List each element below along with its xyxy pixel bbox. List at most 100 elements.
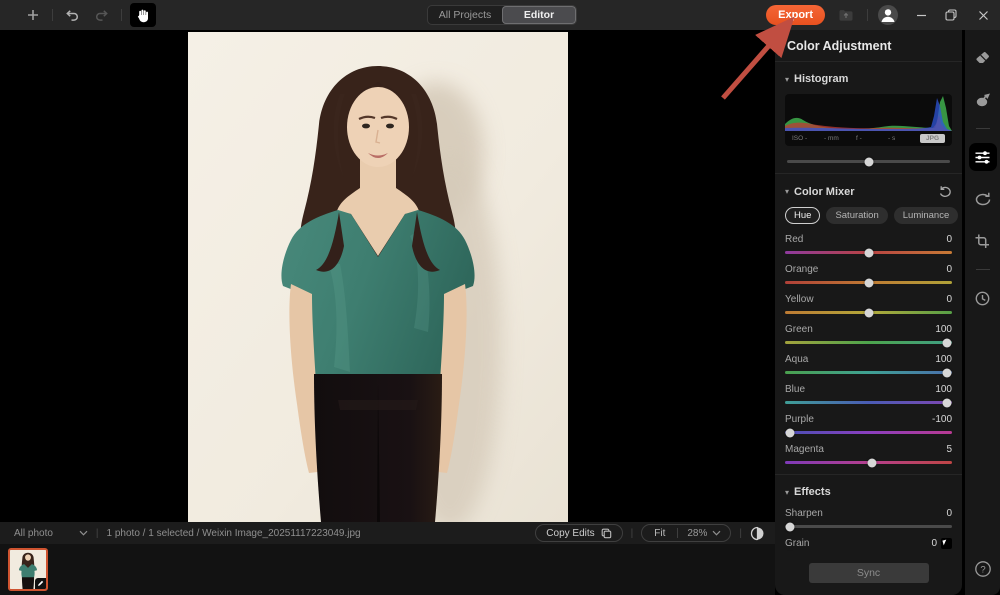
sidebar-separator [975, 128, 990, 129]
format-badge[interactable]: JPG [920, 134, 946, 143]
fit-button[interactable]: Fit [642, 525, 677, 541]
tab-all-projects[interactable]: All Projects [428, 6, 502, 24]
histogram-section-header[interactable]: ▾ Histogram [785, 73, 952, 85]
svg-text:?: ? [980, 564, 985, 575]
restore-button[interactable] [936, 0, 966, 30]
reshape-tool[interactable] [969, 185, 997, 213]
histogram: ISO - - mm f - - s JPG [785, 94, 952, 146]
sync-button[interactable]: Sync [808, 563, 929, 583]
close-button[interactable] [966, 0, 1000, 30]
slider-value: 100 [935, 323, 952, 335]
photo-filter-dropdown[interactable]: All photo [14, 528, 88, 539]
section-divider [775, 173, 962, 174]
slider-handle[interactable] [864, 308, 873, 317]
copy-edits-label: Copy Edits [546, 527, 595, 539]
red-slider[interactable] [785, 248, 952, 257]
slider-handle[interactable] [942, 398, 952, 407]
close-icon [978, 10, 988, 20]
hand-tool-button[interactable] [130, 3, 156, 27]
toolbar-right: Export [766, 0, 1000, 30]
slider-row-magenta: Magenta 5 [785, 442, 952, 467]
slider-handle[interactable] [867, 458, 877, 467]
tool-sidebar: ? [965, 30, 1000, 595]
slider-handle[interactable] [785, 522, 795, 531]
filter-label: All photo [14, 527, 53, 539]
caret-down-icon: ▾ [785, 187, 790, 196]
minimize-icon [916, 14, 926, 16]
filmstrip [0, 544, 775, 595]
add-photo-button[interactable] [22, 4, 44, 26]
slider-row-orange: Orange 0 [785, 262, 952, 287]
copy-edits-button[interactable]: Copy Edits [535, 524, 623, 542]
caret-down-icon: ▾ [785, 74, 790, 84]
adjustments-icon [975, 150, 990, 164]
hand-tool-icon [137, 9, 148, 22]
purple-slider[interactable] [785, 428, 952, 437]
color-mixer-tabs: Hue Saturation Luminance [785, 207, 959, 224]
histogram-meta: ISO - - mm f - - s JPG [785, 131, 952, 146]
slider-label: Sharpen [785, 507, 823, 519]
help-button[interactable]: ? [969, 555, 997, 583]
slider-handle[interactable] [864, 278, 873, 287]
meta-mm: - mm [824, 135, 839, 142]
yellow-slider[interactable] [785, 308, 952, 317]
blue-slider[interactable] [785, 398, 952, 407]
histogram-slider[interactable] [787, 157, 950, 166]
section-divider [775, 474, 962, 475]
tab-saturation[interactable]: Saturation [826, 207, 888, 224]
orange-slider[interactable] [785, 278, 952, 287]
redo-button[interactable] [91, 4, 113, 26]
sharpen-slider[interactable] [785, 522, 952, 531]
tab-luminance[interactable]: Luminance [893, 207, 959, 224]
slider-handle[interactable] [864, 157, 873, 166]
compare-icon[interactable] [750, 526, 765, 541]
panel-title: Color Adjustment [775, 30, 962, 62]
statusbar-separator: | [739, 527, 742, 539]
ai-remove-tool[interactable] [969, 86, 997, 114]
color-mixer-title: Color Mixer [794, 185, 855, 198]
publish-icon [839, 10, 853, 21]
titlebar: All Projects Editor Export [0, 0, 1000, 30]
minimize-button[interactable] [906, 0, 936, 30]
effects-section-header[interactable]: ▾ Effects [785, 486, 952, 498]
slider-label: Yellow [785, 293, 814, 305]
tab-editor[interactable]: Editor [502, 6, 576, 24]
photo-thumbnail-selected[interactable] [8, 548, 48, 591]
slider-handle[interactable] [864, 248, 873, 257]
pencil-icon [38, 580, 44, 586]
slider-handle[interactable] [785, 428, 795, 437]
eraser-tool[interactable] [969, 44, 997, 72]
slider-handle[interactable] [942, 368, 952, 377]
slider-handle[interactable] [942, 338, 952, 347]
view-switcher: All Projects Editor [427, 5, 577, 25]
statusbar-separator: | [95, 527, 99, 539]
undo-button[interactable] [61, 4, 83, 26]
adjustments-tool-active[interactable] [968, 143, 997, 171]
slider-value: 0 [946, 293, 952, 305]
color-mixer-section-header[interactable]: ▾ Color Mixer [785, 186, 938, 198]
panel-body: ▾ Histogram ISO - - mm f - - s JPG ▾ Col… [775, 62, 962, 551]
toolbar-separator [52, 9, 53, 21]
eraser-icon [976, 51, 989, 63]
slider-label: Red [785, 233, 804, 245]
meta-s: - s [888, 135, 896, 142]
color-adjustment-panel: Color Adjustment ▾ Histogram ISO - - mm … [775, 30, 962, 595]
toolbar-left [22, 0, 156, 30]
tab-hue[interactable]: Hue [785, 207, 821, 224]
magenta-slider[interactable] [785, 458, 952, 467]
publish-button[interactable] [835, 4, 857, 26]
slider-value: 0 [946, 507, 952, 519]
account-avatar[interactable] [878, 5, 898, 25]
ai-remove-icon [976, 93, 990, 106]
green-slider[interactable] [785, 338, 952, 347]
reset-icon[interactable] [938, 185, 952, 198]
restore-icon [945, 9, 957, 21]
zoom-level-dropdown[interactable]: 28% [678, 525, 730, 541]
export-button[interactable]: Export [766, 5, 825, 25]
crop-tool[interactable] [969, 227, 997, 255]
editor-canvas[interactable] [0, 30, 775, 522]
history-tool[interactable] [969, 284, 997, 312]
aqua-slider[interactable] [785, 368, 952, 377]
redo-icon [96, 10, 108, 21]
statusbar-right: Copy Edits | Fit 28% | [535, 524, 765, 542]
